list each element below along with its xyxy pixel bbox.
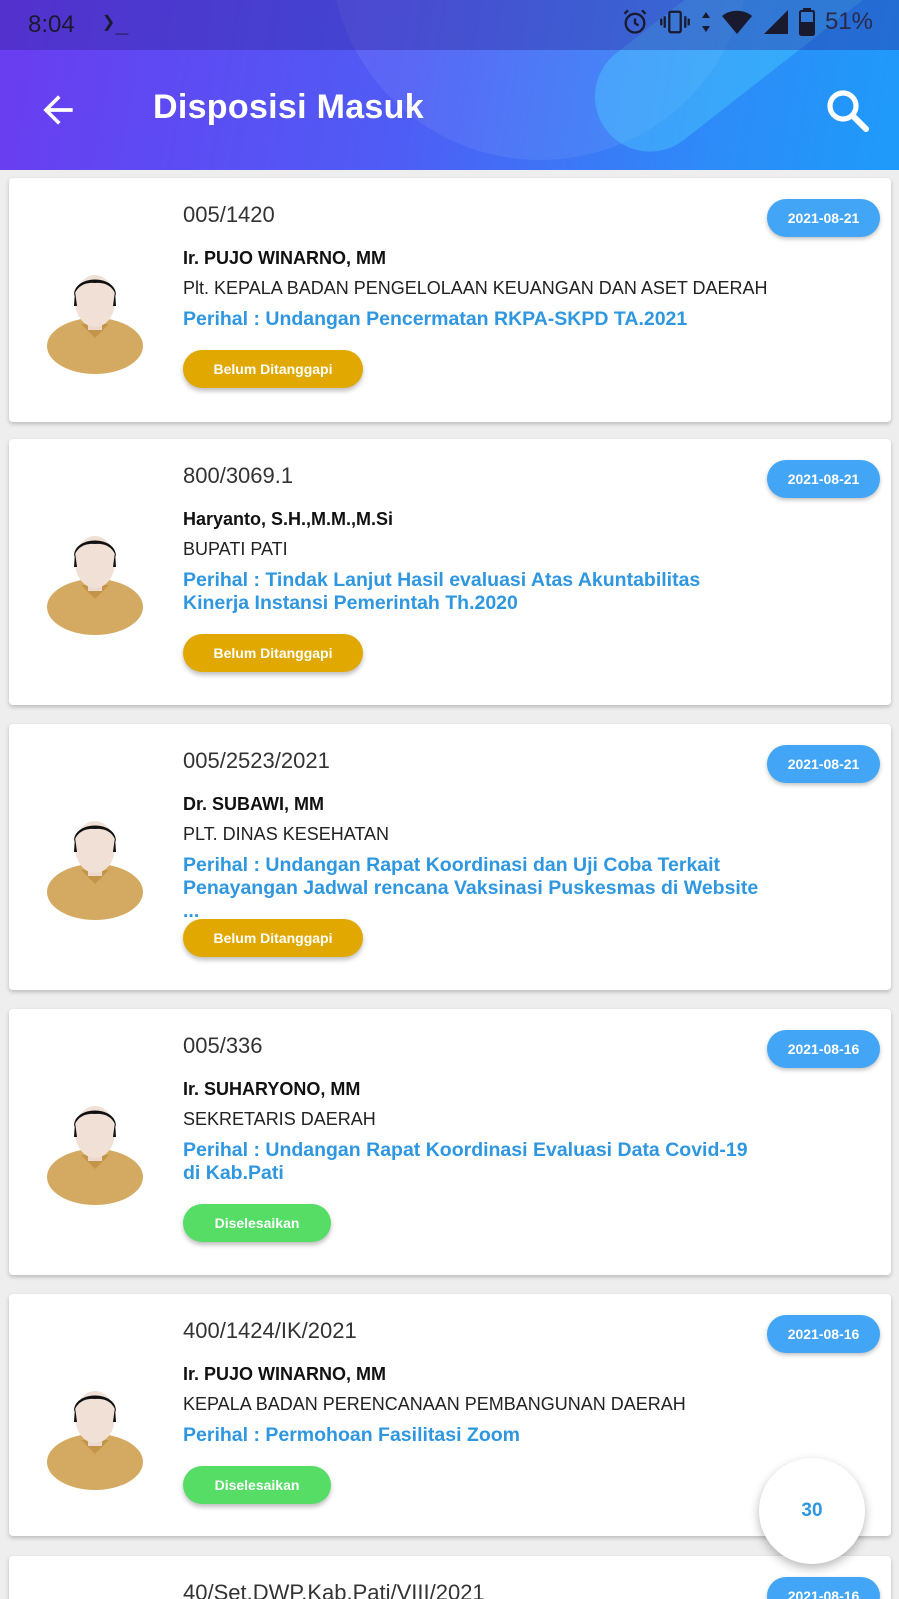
disposition-card[interactable]: 005/336 2021-08-16 Ir. SUHARYONO, MM SEK… bbox=[9, 1009, 891, 1275]
sender-name: Ir. SUHARYONO, MM bbox=[183, 1079, 361, 1099]
letter-number: 005/2523/2021 bbox=[183, 748, 330, 773]
person-avatar-icon bbox=[47, 1391, 143, 1490]
data-arrows-icon bbox=[701, 12, 710, 32]
date-badge: 2021-08-21 bbox=[767, 460, 880, 498]
status-badge: Diselesaikan bbox=[183, 1204, 331, 1242]
subject-text: Perihal : Undangan Rapat Koordinasi Eval… bbox=[183, 1139, 748, 1184]
count-fab[interactable]: 30 bbox=[759, 1458, 865, 1564]
status-badge: Belum Ditanggapi bbox=[183, 919, 363, 957]
status-badge: Belum Ditanggapi bbox=[183, 634, 363, 672]
status-icons: 51% bbox=[621, 8, 873, 36]
date-badge: 2021-08-16 bbox=[767, 1315, 880, 1353]
battery-icon bbox=[798, 8, 815, 36]
page-title: Disposisi Masuk bbox=[153, 88, 424, 126]
sender-name: Haryanto, S.H.,M.M.,M.Si bbox=[183, 509, 394, 529]
app-bar: 8:04 ❯_ 51% Disposisi Masuk bbox=[0, 0, 899, 170]
status-badge: Belum Ditanggapi bbox=[183, 350, 363, 388]
subject-text: Perihal : Undangan Rapat Koordinasi dan … bbox=[183, 854, 759, 922]
wifi-icon bbox=[721, 10, 752, 34]
status-bar: 8:04 ❯_ 51% bbox=[0, 0, 899, 50]
status-badge: Diselesaikan bbox=[183, 1466, 331, 1504]
date-badge: 2021-08-21 bbox=[767, 745, 880, 783]
vibrate-icon bbox=[660, 10, 690, 34]
letter-number: 005/336 bbox=[183, 1033, 263, 1058]
subject-text: Perihal : Undangan Pencermatan RKPA-SKPD… bbox=[183, 308, 688, 330]
disposition-card[interactable]: 005/1420 2021-08-21 Ir. PUJO WINARNO, MM… bbox=[9, 178, 891, 422]
person-avatar-icon bbox=[47, 821, 143, 920]
sender-name: Ir. PUJO WINARNO, MM bbox=[183, 248, 387, 268]
sender-name: Ir. PUJO WINARNO, MM bbox=[183, 1364, 387, 1384]
sender-position: BUPATI PATI bbox=[183, 539, 288, 559]
sender-position: Plt. KEPALA BADAN PENGELOLAAN KEUANGAN D… bbox=[183, 278, 768, 298]
disposition-card[interactable]: 005/2523/2021 2021-08-21 Dr. SUBAWI, MM … bbox=[9, 724, 891, 990]
terminal-icon: ❯_ bbox=[102, 10, 129, 35]
date-badge: 2021-08-16 bbox=[767, 1030, 880, 1068]
person-avatar-icon bbox=[47, 1106, 143, 1205]
date-badge: 2021-08-16 bbox=[767, 1577, 880, 1599]
person-avatar-icon bbox=[47, 536, 143, 635]
signal-icon bbox=[763, 10, 788, 34]
disposition-card[interactable]: 400/1424/IK/2021 2021-08-16 Ir. PUJO WIN… bbox=[9, 1294, 891, 1536]
sender-name: Dr. SUBAWI, MM bbox=[183, 794, 325, 814]
sender-position: KEPALA BADAN PERENCANAAN PEMBANGUNAN DAE… bbox=[183, 1394, 686, 1414]
back-arrow-icon[interactable] bbox=[36, 88, 80, 132]
letter-number: 40/Set.DWP.Kab.Pati/VIII/2021 bbox=[183, 1580, 485, 1599]
search-icon[interactable] bbox=[823, 86, 871, 134]
battery-percent: 51% bbox=[824, 8, 873, 35]
status-time: 8:04 bbox=[28, 11, 75, 38]
letter-number: 400/1424/IK/2021 bbox=[183, 1318, 357, 1343]
letter-number: 005/1420 bbox=[183, 202, 275, 227]
date-badge: 2021-08-21 bbox=[767, 199, 880, 237]
alarm-icon bbox=[623, 9, 647, 34]
letter-number: 800/3069.1 bbox=[183, 463, 294, 488]
subject-text: Perihal : Tindak Lanjut Hasil evaluasi A… bbox=[183, 569, 701, 614]
subject-text: Perihal : Permohoan Fasilitasi Zoom bbox=[183, 1424, 520, 1446]
sender-position: PLT. DINAS KESEHATAN bbox=[183, 824, 390, 844]
disposition-card[interactable]: 40/Set.DWP.Kab.Pati/VIII/2021 2021-08-16 bbox=[9, 1556, 891, 1599]
sender-position: SEKRETARIS DAERAH bbox=[183, 1109, 376, 1129]
person-avatar-icon bbox=[47, 275, 143, 374]
disposition-card[interactable]: 800/3069.1 2021-08-21 Haryanto, S.H.,M.M… bbox=[9, 439, 891, 705]
